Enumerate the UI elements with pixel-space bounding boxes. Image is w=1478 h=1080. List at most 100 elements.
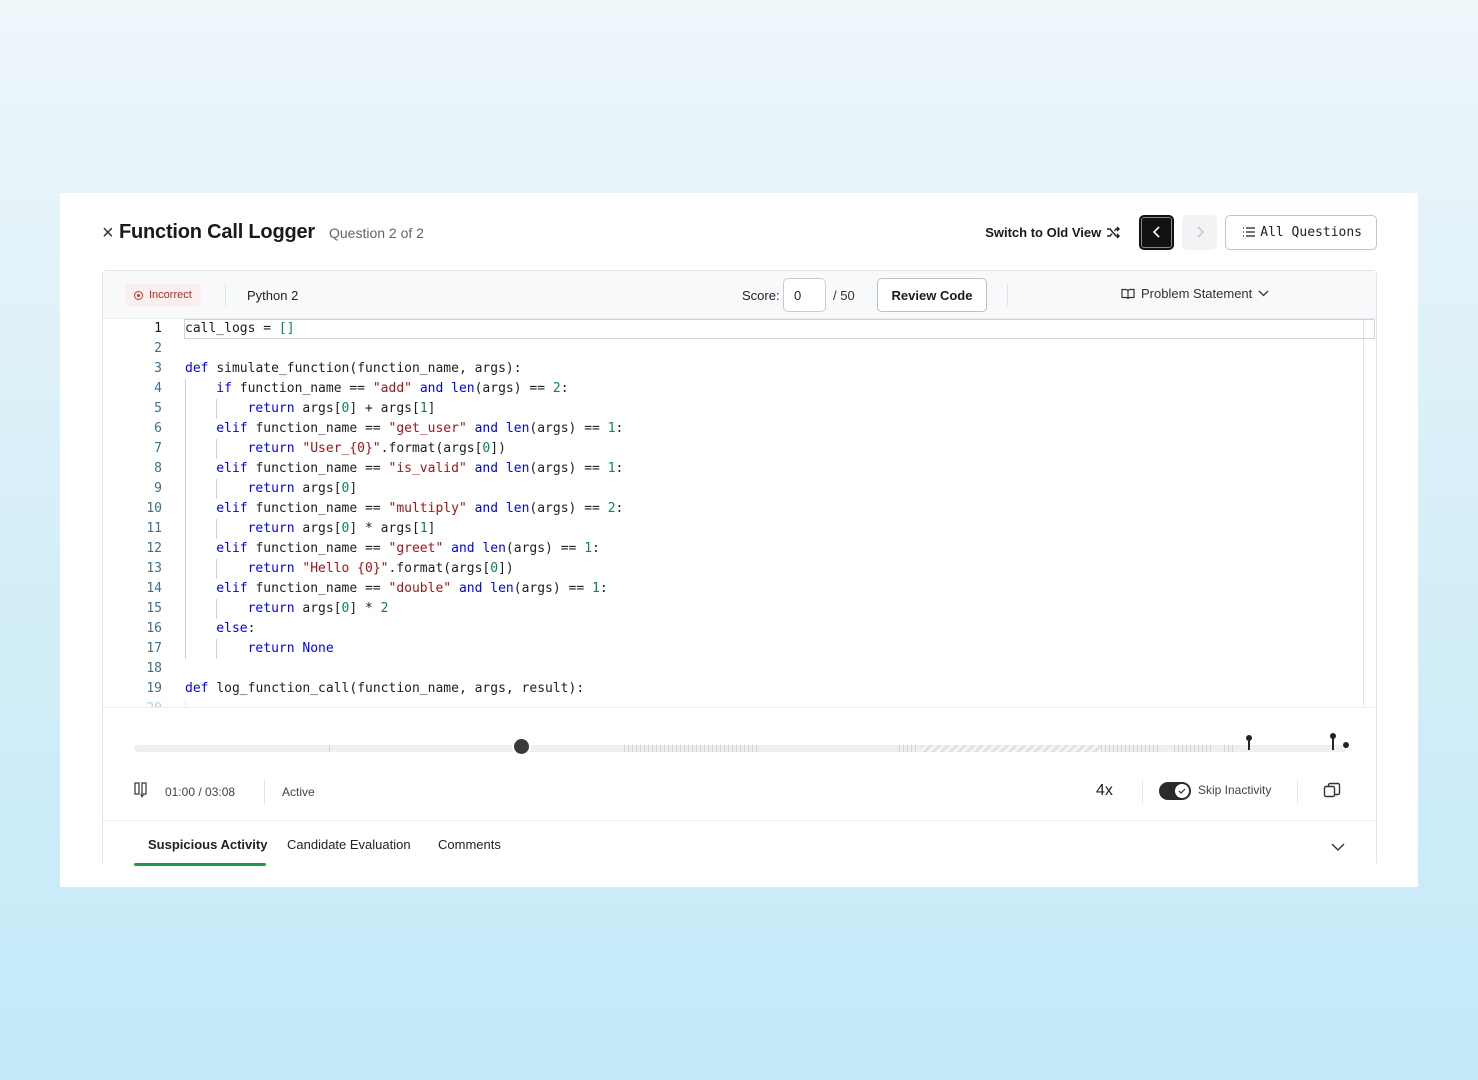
- code-text: elif function_name == "greet" and len(ar…: [216, 541, 600, 556]
- divider: [1007, 284, 1008, 306]
- chevron-right-icon: [1197, 226, 1204, 238]
- code-text: elif function_name == "multiply" and len…: [216, 501, 624, 516]
- event-marker[interactable]: [1246, 735, 1252, 750]
- switch-view-button[interactable]: Switch to Old View: [985, 225, 1121, 240]
- code-text: def simulate_function(function_name, arg…: [185, 361, 522, 376]
- code-line[interactable]: 20: [103, 699, 1376, 707]
- event-marker[interactable]: [1330, 733, 1336, 750]
- score-label: Score:: [742, 288, 780, 303]
- event-marker[interactable]: [1343, 742, 1349, 748]
- tab-candidate-evaluation[interactable]: Candidate Evaluation: [287, 837, 411, 852]
- code-text: elif function_name == "double" and len(a…: [216, 581, 608, 596]
- score-max: / 50: [833, 288, 855, 303]
- current-line-highlight: [184, 319, 1375, 339]
- problem-statement-dropdown[interactable]: Problem Statement: [1121, 286, 1269, 301]
- session-player: 01:00 / 03:08 Active 4x Skip Inactivity: [103, 707, 1376, 820]
- close-icon[interactable]: ×: [102, 223, 119, 243]
- code-line[interactable]: 12 elif function_name == "greet" and len(…: [103, 539, 1376, 559]
- book-icon: [1121, 288, 1135, 299]
- code-review-card: Incorrect Python 2 Score: / 50 Review Co…: [102, 270, 1377, 866]
- indent-guide: [185, 539, 186, 559]
- code-line[interactable]: 2: [103, 339, 1376, 359]
- code-line[interactable]: 16 else:: [103, 619, 1376, 639]
- chevron-left-icon: [1152, 226, 1160, 238]
- code-line[interactable]: 19 def log_function_call(function_name, a…: [103, 679, 1376, 699]
- code-line[interactable]: 6 elif function_name == "get_user" and le…: [103, 419, 1376, 439]
- playback-time: 01:00 / 03:08: [165, 785, 236, 799]
- playback-speed-button[interactable]: 4x: [1096, 782, 1113, 800]
- code-line[interactable]: 4 if function_name == "add" and len(args)…: [103, 379, 1376, 399]
- header-actions: Switch to Old View All Questions: [985, 214, 1377, 250]
- line-number: 6: [154, 421, 162, 436]
- code-line[interactable]: 8 elif function_name == "is_valid" and le…: [103, 459, 1376, 479]
- pause-icon[interactable]: [134, 782, 148, 798]
- line-number: 3: [154, 361, 162, 376]
- toggle-knob: [1175, 784, 1189, 798]
- indent-guide: [185, 499, 186, 519]
- line-number: 5: [154, 401, 162, 416]
- indent-guide: [185, 559, 186, 579]
- line-number: 12: [146, 541, 162, 556]
- indent-guide: [185, 579, 186, 599]
- code-text: else:: [216, 621, 256, 636]
- code-line[interactable]: 17 return None: [103, 639, 1376, 659]
- code-line[interactable]: 11 return args[0] * args[1]: [103, 519, 1376, 539]
- code-text: if function_name == "add" and len(args) …: [216, 381, 569, 396]
- divider: [1142, 780, 1143, 804]
- indent-guide: [216, 559, 218, 579]
- code-text: return args[0] * args[1]: [247, 521, 436, 536]
- active-tab-indicator: [134, 863, 266, 866]
- line-number: 19: [146, 681, 162, 696]
- code-line[interactable]: 18: [103, 659, 1376, 679]
- line-number: 10: [146, 501, 162, 516]
- indent-guide: [185, 619, 186, 639]
- header: × Function Call Logger Question 2 of 2 S…: [102, 214, 1377, 250]
- list-icon: [1243, 227, 1256, 237]
- review-code-button[interactable]: Review Code: [877, 278, 987, 312]
- line-number: 17: [146, 641, 162, 656]
- indent-guide: [216, 599, 218, 619]
- line-number: 16: [146, 621, 162, 636]
- picture-in-picture-icon[interactable]: [1323, 782, 1341, 800]
- skip-inactivity-label: Skip Inactivity: [1198, 783, 1272, 797]
- indent-guide: [185, 599, 186, 619]
- all-questions-label: All Questions: [1260, 224, 1362, 240]
- tab-suspicious-activity[interactable]: Suspicious Activity: [148, 837, 267, 852]
- code-line[interactable]: 1 call_logs = []: [103, 319, 1376, 339]
- all-questions-button[interactable]: All Questions: [1225, 214, 1377, 250]
- code-text: return None: [247, 641, 334, 656]
- skip-inactivity-toggle[interactable]: [1159, 782, 1191, 800]
- code-line[interactable]: 7 return "User_{0}".format(args[0]): [103, 439, 1376, 459]
- code-text: return args[0] + args[1]: [247, 401, 436, 416]
- tab-comments[interactable]: Comments: [438, 837, 501, 852]
- code-line[interactable]: 13 return "Hello {0}".format(args[0]): [103, 559, 1376, 579]
- indent-guide: [216, 439, 218, 459]
- code-line[interactable]: 3 def simulate_function(function_name, ar…: [103, 359, 1376, 379]
- code-line[interactable]: 5 return args[0] + args[1]: [103, 399, 1376, 419]
- indent-guide: [185, 519, 186, 539]
- previous-question-button[interactable]: [1139, 214, 1175, 250]
- line-number: 2: [154, 341, 162, 356]
- code-line[interactable]: 14 elif function_name == "double" and len…: [103, 579, 1376, 599]
- line-number: 1: [154, 321, 162, 336]
- chevron-down-icon: [1258, 290, 1269, 297]
- code-toolbar: Incorrect Python 2 Score: / 50 Review Co…: [103, 271, 1376, 319]
- line-number: 14: [146, 581, 162, 596]
- code-line[interactable]: 9 return args[0]: [103, 479, 1376, 499]
- page-title: Function Call Logger: [119, 220, 315, 243]
- indent-guide: [185, 379, 186, 399]
- code-line[interactable]: 15 return args[0] * 2: [103, 599, 1376, 619]
- chevron-down-icon[interactable]: [1330, 839, 1346, 855]
- player-controls: 01:00 / 03:08 Active 4x Skip Inactivity: [134, 780, 1376, 804]
- indent-guide: [185, 639, 186, 659]
- timeline-track[interactable]: [134, 745, 1346, 752]
- bottom-tabs: Suspicious Activity Candidate Evaluation…: [103, 820, 1376, 866]
- code-line[interactable]: 10 elif function_name == "multiply" and l…: [103, 499, 1376, 519]
- code-editor[interactable]: 1 call_logs = [] 2 3 def simulate_function(f…: [103, 319, 1376, 707]
- activity-state: Active: [282, 785, 315, 799]
- code-text: return "Hello {0}".format(args[0]): [247, 561, 514, 576]
- next-question-button[interactable]: [1182, 214, 1218, 250]
- code-text: def log_function_call(function_name, arg…: [185, 681, 585, 696]
- score-input[interactable]: [783, 278, 826, 312]
- line-number: 18: [146, 661, 162, 676]
